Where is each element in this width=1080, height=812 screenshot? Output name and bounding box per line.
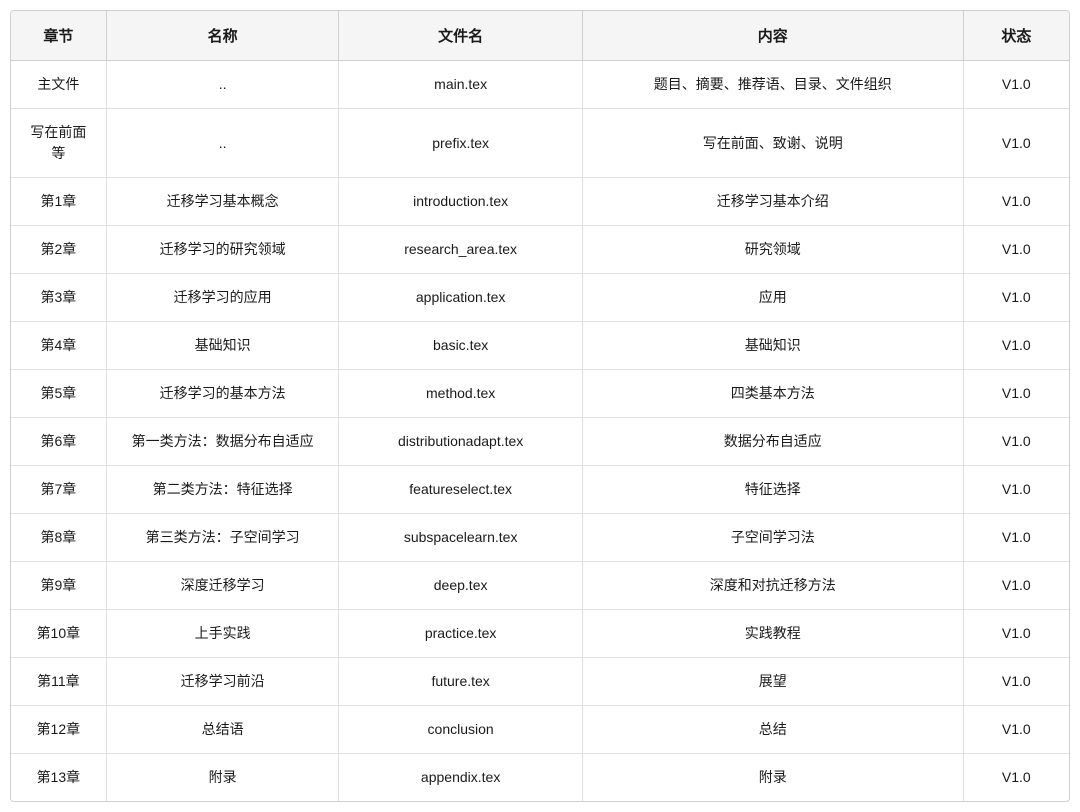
table-row: 第4章基础知识basic.tex基础知识V1.0 bbox=[11, 322, 1069, 370]
cell-filename: practice.tex bbox=[339, 610, 582, 658]
cell-chapter: 第9章 bbox=[11, 562, 106, 610]
cell-content: 基础知识 bbox=[582, 322, 963, 370]
cell-chapter: 第6章 bbox=[11, 418, 106, 466]
cell-status: V1.0 bbox=[963, 418, 1069, 466]
cell-status: V1.0 bbox=[963, 274, 1069, 322]
cell-filename: distributionadapt.tex bbox=[339, 418, 582, 466]
table-row: 第11章迁移学习前沿future.tex展望V1.0 bbox=[11, 658, 1069, 706]
cell-name: 附录 bbox=[106, 754, 339, 802]
cell-name: 第二类方法：特征选择 bbox=[106, 466, 339, 514]
cell-filename: prefix.tex bbox=[339, 109, 582, 178]
cell-name: 深度迁移学习 bbox=[106, 562, 339, 610]
cell-chapter: 主文件 bbox=[11, 61, 106, 109]
header-content: 内容 bbox=[582, 11, 963, 61]
table-row: 写在前面等..prefix.tex写在前面、致谢、说明V1.0 bbox=[11, 109, 1069, 178]
cell-chapter: 第11章 bbox=[11, 658, 106, 706]
cell-status: V1.0 bbox=[963, 370, 1069, 418]
table-row: 第7章第二类方法：特征选择featureselect.tex特征选择V1.0 bbox=[11, 466, 1069, 514]
cell-filename: appendix.tex bbox=[339, 754, 582, 802]
cell-name: .. bbox=[106, 61, 339, 109]
cell-status: V1.0 bbox=[963, 706, 1069, 754]
cell-name: 第一类方法：数据分布自适应 bbox=[106, 418, 339, 466]
cell-content: 迁移学习基本介绍 bbox=[582, 178, 963, 226]
cell-content: 附录 bbox=[582, 754, 963, 802]
cell-name: 迁移学习基本概念 bbox=[106, 178, 339, 226]
cell-status: V1.0 bbox=[963, 562, 1069, 610]
header-chapter: 章节 bbox=[11, 11, 106, 61]
cell-chapter: 第2章 bbox=[11, 226, 106, 274]
table-row: 第9章深度迁移学习deep.tex深度和对抗迁移方法V1.0 bbox=[11, 562, 1069, 610]
cell-status: V1.0 bbox=[963, 178, 1069, 226]
table-row: 第5章迁移学习的基本方法method.tex四类基本方法V1.0 bbox=[11, 370, 1069, 418]
cell-status: V1.0 bbox=[963, 226, 1069, 274]
cell-filename: deep.tex bbox=[339, 562, 582, 610]
table-row: 第13章附录appendix.tex附录V1.0 bbox=[11, 754, 1069, 802]
cell-filename: application.tex bbox=[339, 274, 582, 322]
cell-content: 实践教程 bbox=[582, 610, 963, 658]
cell-filename: featureselect.tex bbox=[339, 466, 582, 514]
cell-content: 研究领域 bbox=[582, 226, 963, 274]
table-row: 主文件..main.tex题目、摘要、推荐语、目录、文件组织V1.0 bbox=[11, 61, 1069, 109]
cell-content: 总结 bbox=[582, 706, 963, 754]
cell-filename: research_area.tex bbox=[339, 226, 582, 274]
cell-status: V1.0 bbox=[963, 514, 1069, 562]
cell-chapter: 第10章 bbox=[11, 610, 106, 658]
cell-name: 上手实践 bbox=[106, 610, 339, 658]
cell-filename: future.tex bbox=[339, 658, 582, 706]
cell-status: V1.0 bbox=[963, 658, 1069, 706]
table-row: 第3章迁移学习的应用application.tex应用V1.0 bbox=[11, 274, 1069, 322]
cell-chapter: 第8章 bbox=[11, 514, 106, 562]
cell-chapter: 第7章 bbox=[11, 466, 106, 514]
main-table-container: 章节 名称 文件名 内容 状态 主文件..main.tex题目、摘要、推荐语、目… bbox=[10, 10, 1070, 802]
cell-content: 写在前面、致谢、说明 bbox=[582, 109, 963, 178]
cell-chapter: 第1章 bbox=[11, 178, 106, 226]
cell-status: V1.0 bbox=[963, 466, 1069, 514]
cell-content: 特征选择 bbox=[582, 466, 963, 514]
header-filename: 文件名 bbox=[339, 11, 582, 61]
cell-name: 迁移学习的基本方法 bbox=[106, 370, 339, 418]
cell-name: 迁移学习前沿 bbox=[106, 658, 339, 706]
cell-filename: conclusion bbox=[339, 706, 582, 754]
table-row: 第6章第一类方法：数据分布自适应distributionadapt.tex数据分… bbox=[11, 418, 1069, 466]
cell-content: 展望 bbox=[582, 658, 963, 706]
cell-filename: basic.tex bbox=[339, 322, 582, 370]
cell-content: 数据分布自适应 bbox=[582, 418, 963, 466]
table-row: 第10章上手实践practice.tex实践教程V1.0 bbox=[11, 610, 1069, 658]
cell-status: V1.0 bbox=[963, 109, 1069, 178]
cell-filename: main.tex bbox=[339, 61, 582, 109]
table-header-row: 章节 名称 文件名 内容 状态 bbox=[11, 11, 1069, 61]
table-row: 第12章总结语conclusion总结V1.0 bbox=[11, 706, 1069, 754]
chapter-table: 章节 名称 文件名 内容 状态 主文件..main.tex题目、摘要、推荐语、目… bbox=[11, 11, 1069, 801]
cell-content: 题目、摘要、推荐语、目录、文件组织 bbox=[582, 61, 963, 109]
cell-status: V1.0 bbox=[963, 610, 1069, 658]
table-row: 第1章迁移学习基本概念introduction.tex迁移学习基本介绍V1.0 bbox=[11, 178, 1069, 226]
cell-name: 基础知识 bbox=[106, 322, 339, 370]
cell-filename: subspacelearn.tex bbox=[339, 514, 582, 562]
header-name: 名称 bbox=[106, 11, 339, 61]
cell-content: 应用 bbox=[582, 274, 963, 322]
cell-chapter: 第13章 bbox=[11, 754, 106, 802]
cell-name: 迁移学习的应用 bbox=[106, 274, 339, 322]
cell-chapter: 第5章 bbox=[11, 370, 106, 418]
cell-name: .. bbox=[106, 109, 339, 178]
cell-filename: introduction.tex bbox=[339, 178, 582, 226]
cell-name: 总结语 bbox=[106, 706, 339, 754]
cell-filename: method.tex bbox=[339, 370, 582, 418]
header-status: 状态 bbox=[963, 11, 1069, 61]
cell-chapter: 第3章 bbox=[11, 274, 106, 322]
table-row: 第2章迁移学习的研究领域research_area.tex研究领域V1.0 bbox=[11, 226, 1069, 274]
cell-chapter: 写在前面等 bbox=[11, 109, 106, 178]
cell-status: V1.0 bbox=[963, 61, 1069, 109]
cell-chapter: 第12章 bbox=[11, 706, 106, 754]
cell-content: 四类基本方法 bbox=[582, 370, 963, 418]
cell-content: 子空间学习法 bbox=[582, 514, 963, 562]
cell-name: 迁移学习的研究领域 bbox=[106, 226, 339, 274]
cell-name: 第三类方法：子空间学习 bbox=[106, 514, 339, 562]
cell-status: V1.0 bbox=[963, 754, 1069, 802]
cell-content: 深度和对抗迁移方法 bbox=[582, 562, 963, 610]
cell-status: V1.0 bbox=[963, 322, 1069, 370]
table-row: 第8章第三类方法：子空间学习subspacelearn.tex子空间学习法V1.… bbox=[11, 514, 1069, 562]
cell-chapter: 第4章 bbox=[11, 322, 106, 370]
